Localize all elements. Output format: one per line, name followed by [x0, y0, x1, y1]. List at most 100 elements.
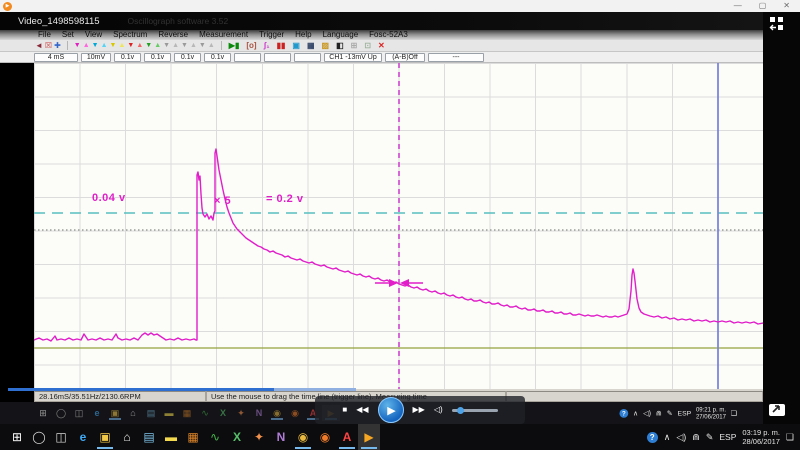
mail-icon[interactable]: ▤	[138, 424, 160, 450]
save-icon[interactable]: ▦	[305, 41, 317, 51]
excel-icon[interactable]: X	[226, 424, 248, 450]
close-button[interactable]: ✕	[783, 0, 790, 12]
store-icon[interactable]: ⌂	[124, 405, 142, 421]
task-view-button[interactable]: ◫	[70, 405, 88, 421]
setting-box[interactable]: ---	[428, 53, 484, 62]
marker-box-icon[interactable]: ☒	[44, 41, 53, 51]
firefox-icon[interactable]: ◉	[314, 424, 336, 450]
network-icon[interactable]: ⋒	[692, 432, 700, 442]
scale-up-aux3-icon[interactable]: ▲	[207, 41, 216, 51]
task-view-button[interactable]: ◫	[50, 424, 72, 450]
onenote-icon[interactable]: N	[270, 424, 292, 450]
action-center-icon[interactable]: ❏	[731, 409, 737, 417]
scale-up-aux2-icon[interactable]: ▲	[189, 41, 198, 51]
menu-item[interactable]: Trigger	[259, 30, 284, 39]
scale-up-aux1-icon[interactable]: ▲	[171, 41, 180, 51]
volume-icon[interactable]: ◁)	[643, 409, 651, 417]
scale-down-aux2-icon[interactable]: ▼	[180, 41, 189, 51]
sticky-notes-icon[interactable]: ▬	[160, 405, 178, 421]
setting-box[interactable]	[234, 53, 261, 62]
rewind-button[interactable]: ◀◀	[356, 405, 368, 415]
start-button[interactable]: ⊞	[6, 424, 28, 450]
pan-cross-icon[interactable]: ✚	[53, 41, 62, 51]
chart-app-icon[interactable]: ∿	[204, 424, 226, 450]
export-icon[interactable]: ⊡	[362, 41, 373, 51]
store-icon[interactable]: ⌂	[116, 424, 138, 450]
maximize-button[interactable]: ▢	[759, 0, 767, 12]
menu-item[interactable]: Fosc-52A3	[369, 30, 408, 39]
scale-up-ch5-icon[interactable]: ▲	[153, 41, 162, 51]
file-explorer-icon[interactable]: ▣	[94, 424, 116, 450]
sticky-notes-icon[interactable]: ▬	[160, 424, 182, 450]
close-icon[interactable]: ✕	[376, 41, 387, 51]
scale-up-ch3-icon[interactable]: ▲	[117, 41, 126, 51]
menu-item[interactable]: Help	[295, 30, 311, 39]
scale-down-aux3-icon[interactable]: ▼	[198, 41, 207, 51]
setting-box[interactable]: 4 mS	[34, 53, 78, 62]
pen-icon[interactable]: ✎	[706, 432, 714, 442]
menu-item[interactable]: File	[38, 30, 51, 39]
network-icon[interactable]: ⋒	[656, 409, 662, 417]
menu-item[interactable]: Reverse	[158, 30, 188, 39]
setting-box[interactable]: 0.1v	[114, 53, 141, 62]
scale-down-ch1-icon[interactable]: ▼	[73, 41, 82, 51]
paint3d-icon[interactable]: ✦	[248, 424, 270, 450]
contrast-icon[interactable]: ◧	[334, 41, 346, 51]
scale-up-ch4-icon[interactable]: ▲	[135, 41, 144, 51]
hidden-icons-chevron[interactable]: ∧	[633, 409, 638, 417]
menu-item[interactable]: Spectrum	[113, 30, 147, 39]
play-button[interactable]: ▶	[378, 397, 404, 423]
firefox-icon[interactable]: ◉	[286, 405, 304, 421]
hold-icon[interactable]: ▮▮	[275, 41, 288, 51]
menu-item[interactable]: Measurement	[199, 30, 248, 39]
pen-icon[interactable]: ✎	[666, 409, 672, 417]
paint3d-icon[interactable]: ✦	[232, 405, 250, 421]
volume-icon[interactable]: ◁)	[434, 405, 443, 415]
action-center-icon[interactable]: ❏	[786, 432, 794, 442]
hidden-icons-chevron[interactable]: ∧	[664, 432, 671, 442]
clock[interactable]: 09:21 p. m. 27/06/2017	[696, 406, 726, 421]
chrome-icon[interactable]: ◉	[268, 405, 286, 421]
help-icon[interactable]: ?	[619, 409, 628, 418]
language-indicator[interactable]: ESP	[719, 432, 736, 442]
volume-icon[interactable]: ◁)	[676, 432, 686, 442]
setting-box[interactable]: 0.1v	[174, 53, 201, 62]
scale-down-ch5-icon[interactable]: ▼	[144, 41, 153, 51]
window-icon[interactable]: ▣	[290, 41, 302, 51]
grid-toggle-icon[interactable]: ⊞	[349, 41, 360, 51]
excel-icon[interactable]: X	[214, 405, 232, 421]
stop-button[interactable]: ■	[342, 405, 347, 415]
scale-down-ch3-icon[interactable]: ▼	[109, 41, 118, 51]
setting-box[interactable]: (A-B)Off	[385, 53, 425, 62]
ods-icon[interactable]: ▦	[182, 424, 204, 450]
setting-box[interactable]	[264, 53, 291, 62]
language-indicator[interactable]: ESP	[677, 409, 691, 417]
clock[interactable]: 03:19 p. m. 28/06/2017	[742, 428, 780, 447]
forward-button[interactable]: ▶▶	[413, 405, 425, 415]
mail-icon[interactable]: ▤	[142, 405, 160, 421]
menu-item[interactable]: Language	[323, 30, 359, 39]
play-pause-icon[interactable]: ▶▮	[227, 41, 242, 51]
scale-down-ch4-icon[interactable]: ▼	[126, 41, 135, 51]
layout-grid-icon[interactable]	[769, 16, 785, 32]
ods-icon[interactable]: ▦	[178, 405, 196, 421]
edge-icon[interactable]: e	[72, 424, 94, 450]
acrobat-icon[interactable]: A	[336, 424, 358, 450]
menu-item[interactable]: View	[85, 30, 102, 39]
scale-down-ch2-icon[interactable]: ▼	[91, 41, 100, 51]
video-progress-bar[interactable]	[8, 388, 748, 391]
scale-up-ch1-icon[interactable]: ▲	[82, 41, 91, 51]
scale-up-ch2-icon[interactable]: ▲	[100, 41, 109, 51]
search-button[interactable]: ◯	[52, 405, 70, 421]
open-folder-icon[interactable]: ▨	[320, 41, 332, 51]
scale-down-aux1-icon[interactable]: ▼	[162, 41, 171, 51]
start-button[interactable]: ⊞	[34, 405, 52, 421]
menu-item[interactable]: Set	[62, 30, 74, 39]
media-player-icon[interactable]: ▶	[358, 424, 380, 450]
search-button[interactable]: ◯	[28, 424, 50, 450]
onenote-icon[interactable]: N	[250, 405, 268, 421]
back-arrow-icon[interactable]: ◄	[34, 41, 44, 51]
setting-box[interactable]: CH1 -13mV Up	[324, 53, 382, 62]
file-explorer-icon[interactable]: ▣	[106, 405, 124, 421]
setting-box[interactable]	[294, 53, 321, 62]
